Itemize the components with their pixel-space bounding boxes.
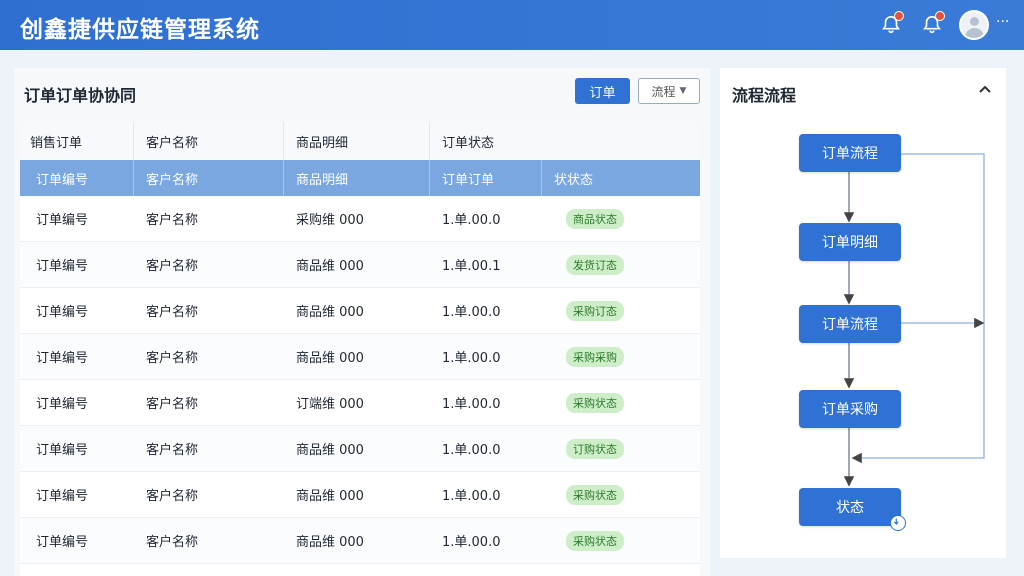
- download-icon[interactable]: [890, 515, 906, 531]
- table-cell: 客户名称: [146, 443, 199, 458]
- status-badge: 商品状态: [566, 208, 624, 229]
- table-cell: 商品维 000: [296, 259, 364, 274]
- table-cell: 订单编号: [36, 351, 89, 366]
- status-cell: 采购状态: [542, 518, 700, 563]
- table-cell: 客户名称: [146, 259, 199, 274]
- status-cell: 订购状态: [542, 426, 700, 471]
- table-cell: 订单编号: [36, 259, 89, 274]
- status-badge: 采购采购: [566, 346, 624, 367]
- flow-node[interactable]: 订单明细: [799, 223, 901, 261]
- notification-badge: [935, 11, 945, 21]
- status-cell: 商品状态: [542, 196, 700, 241]
- order-table: 销售订单 客户名称 商品明细 订单状态 订单编号 客户名称 商品明细 订单订单 …: [20, 122, 700, 576]
- table-cell: 1.单.00.0: [442, 305, 501, 320]
- table-cell: 订单编号: [36, 443, 89, 458]
- panel-title: 订单订单协协同: [24, 86, 137, 105]
- table-row[interactable]: 订单编号 客户名称 商品维 000 1.单.00.0 订购状态: [20, 426, 700, 472]
- table-cell: 订单编号: [36, 535, 89, 550]
- table-cell: 订端维 000: [296, 397, 364, 412]
- table-cell: 商品维 000: [296, 535, 364, 550]
- table-cell: 商品维 000: [296, 489, 364, 504]
- column-header[interactable]: 商品明细: [284, 122, 430, 160]
- table-cell: 采购维 000: [296, 213, 364, 228]
- table-cell: 1.单.00.0: [442, 397, 501, 412]
- table-header: 销售订单 客户名称 商品明细 订单状态: [20, 122, 700, 160]
- status-cell: 发货订态: [542, 242, 700, 287]
- table-subheader: 订单编号 客户名称 商品明细 订单订单 状状态: [20, 160, 700, 196]
- chevron-down-icon: ▼: [679, 86, 687, 96]
- table-cell: 客户名称: [146, 535, 199, 550]
- table-row[interactable]: 订单编号 客户名称 订端维 000 1.单.00.0 采购状态: [20, 380, 700, 426]
- status-badge: 采购订态: [566, 300, 624, 321]
- subheader-cell: 订单编号: [28, 160, 134, 196]
- column-header[interactable]: 客户名称: [134, 122, 284, 160]
- table-cell: 订单编号: [36, 213, 89, 228]
- table-row[interactable]: 订单编号 客户名称 商品维 000 1.单.00.1 发货订态: [20, 242, 700, 288]
- top-bar: 创鑫捷供应链管理系统 ···: [0, 0, 1024, 50]
- order-button[interactable]: 订单: [575, 78, 630, 104]
- table-row[interactable]: 订单编号 客户名称 采购维 000 1.单.00.0 商品状态: [20, 196, 700, 242]
- table-cell: 客户名称: [146, 489, 199, 504]
- flow-select-label: 流程: [651, 84, 676, 99]
- status-badge: 采购状态: [566, 484, 624, 505]
- table-row[interactable]: 订单编号 客户名称 商品维 000 1.单.00.0 采购状态: [20, 518, 700, 564]
- status-badge: 发货订态: [566, 254, 624, 275]
- table-cell: 1.单.00.0: [442, 489, 501, 504]
- order-panel: 订单订单协协同 订单 流程 ▼ 销售订单 客户名称 商品明细 订单状态 订单编号…: [14, 68, 710, 576]
- table-cell: 客户名称: [146, 213, 199, 228]
- more-menu-icon[interactable]: ···: [996, 14, 1009, 30]
- user-avatar[interactable]: [959, 10, 989, 40]
- table-cell: 订单编号: [36, 397, 89, 412]
- app-title: 创鑫捷供应链管理系统: [20, 17, 260, 43]
- subheader-cell: 订单订单: [430, 160, 542, 196]
- table-cell: 客户名称: [146, 351, 199, 366]
- column-header[interactable]: 销售订单: [20, 122, 134, 160]
- subheader-cell: 商品明细: [284, 160, 430, 196]
- avatar-body: [965, 28, 984, 38]
- table-cell: 1.单.00.0: [442, 443, 501, 458]
- table-row[interactable]: 订单编号 客户名称 商品维 000 1.单.00.0 采购订态: [20, 288, 700, 334]
- status-cell: 采购采购: [542, 334, 700, 379]
- status-cell: 采购状态: [542, 380, 700, 425]
- table-cell: 商品维 000: [296, 443, 364, 458]
- table-cell: 客户名称: [146, 397, 199, 412]
- table-cell: 订单编号: [36, 305, 89, 320]
- flow-node[interactable]: 订单采购: [799, 390, 901, 428]
- flow-node[interactable]: 订单流程: [799, 134, 901, 172]
- flow-node[interactable]: 订单流程: [799, 305, 901, 343]
- avatar-head: [970, 17, 979, 26]
- table-row[interactable]: 订单编号 客户名称 商品维 000 1.单.00.0 采购状态: [20, 472, 700, 518]
- table-row[interactable]: 订单编号 客户名称 商品维 000 1.单.00.0 采购采购: [20, 334, 700, 380]
- table-cell: 1.单.00.0: [442, 351, 501, 366]
- status-badge: 采购状态: [566, 392, 624, 413]
- flow-select[interactable]: 流程 ▼: [638, 78, 700, 104]
- status-badge: 采购状态: [566, 530, 624, 551]
- status-cell: 采购订态: [542, 288, 700, 333]
- table-cell: 1.单.00.1: [442, 259, 501, 274]
- subheader-cell: 状状态: [554, 172, 594, 188]
- notification-badge: [894, 11, 904, 21]
- table-cell: 订单编号: [36, 489, 89, 504]
- table-cell: 客户名称: [146, 305, 199, 320]
- column-header[interactable]: 订单状态: [430, 122, 700, 160]
- table-cell: 商品维 000: [296, 305, 364, 320]
- notification-bell-2[interactable]: [921, 11, 945, 36]
- table-cell: 商品维 000: [296, 351, 364, 366]
- status-cell: 采购状态: [542, 472, 700, 517]
- table-cell: 1.单.00.0: [442, 213, 501, 228]
- notification-bell-1[interactable]: [880, 11, 904, 36]
- subheader-cell: 客户名称: [134, 160, 284, 196]
- table-cell: 1.单.00.0: [442, 535, 501, 550]
- status-badge: 订购状态: [566, 438, 624, 459]
- flow-node[interactable]: 状态: [799, 488, 901, 526]
- flow-panel: 流程流程 订单流程 订单明细 订单流程 订单采购 状态: [720, 68, 1006, 558]
